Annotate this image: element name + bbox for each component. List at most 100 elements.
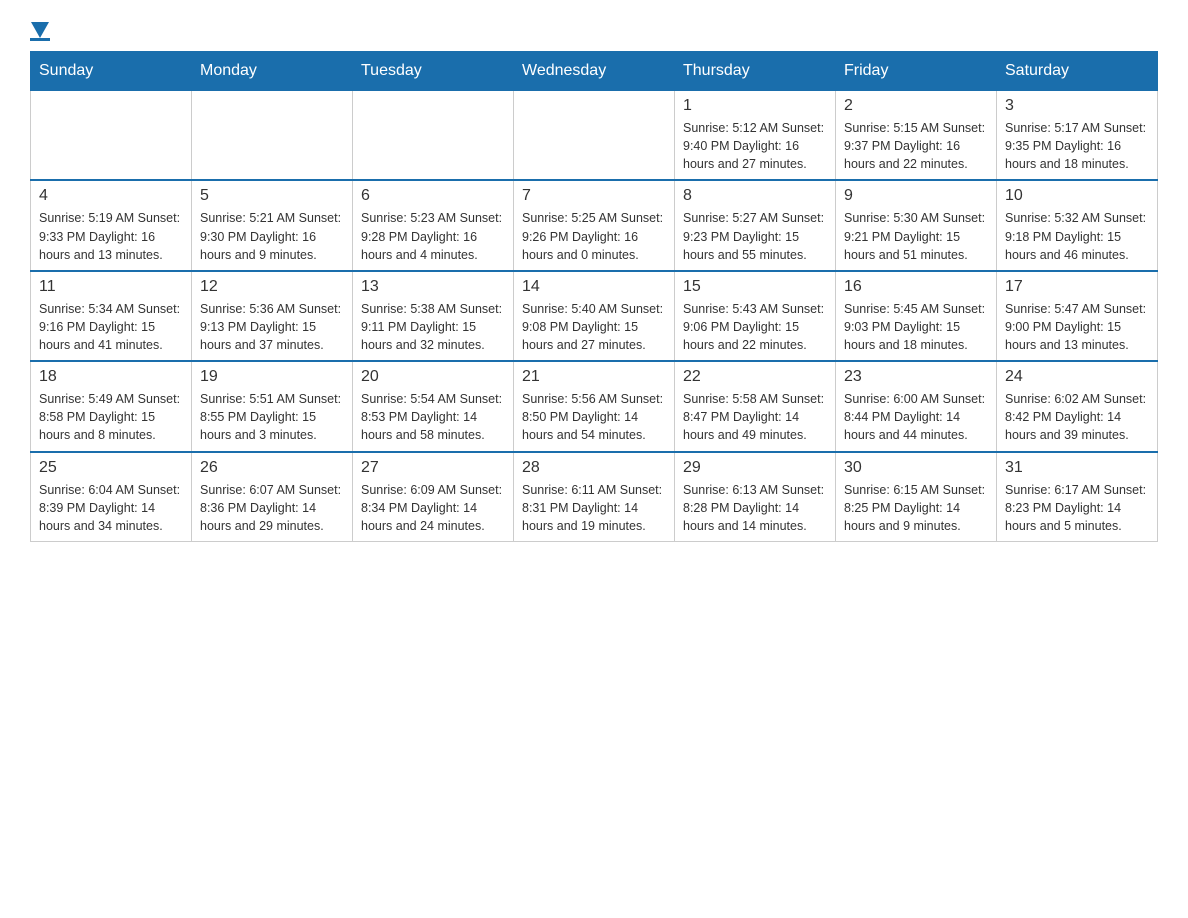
calendar-cell: 7 Sunrise: 5:25 AM Sunset: 9:26 PM Daylig… xyxy=(514,180,675,270)
calendar-cell: 1 Sunrise: 5:12 AM Sunset: 9:40 PM Daylig… xyxy=(675,91,836,181)
calendar-cell xyxy=(353,91,514,181)
calendar-cell: 3 Sunrise: 5:17 AM Sunset: 9:35 PM Daylig… xyxy=(997,91,1158,181)
calendar-week-5: 25 Sunrise: 6:04 AM Sunset: 8:39 PM Dayli… xyxy=(31,452,1158,542)
calendar-cell: 31 Sunrise: 6:17 AM Sunset: 8:23 PM Dayli… xyxy=(997,452,1158,542)
logo xyxy=(30,20,50,41)
logo-underline xyxy=(30,38,50,41)
day-info: Sunrise: 5:51 AM Sunset: 8:55 PM Dayligh… xyxy=(200,390,344,444)
day-info: Sunrise: 6:00 AM Sunset: 8:44 PM Dayligh… xyxy=(844,390,988,444)
day-info: Sunrise: 5:43 AM Sunset: 9:06 PM Dayligh… xyxy=(683,300,827,354)
calendar-week-3: 11 Sunrise: 5:34 AM Sunset: 9:16 PM Dayli… xyxy=(31,271,1158,361)
calendar-cell: 8 Sunrise: 5:27 AM Sunset: 9:23 PM Daylig… xyxy=(675,180,836,270)
day-info: Sunrise: 5:30 AM Sunset: 9:21 PM Dayligh… xyxy=(844,209,988,263)
calendar-week-4: 18Sunrise: 5:49 AM Sunset: 8:58 PM Dayli… xyxy=(31,361,1158,451)
calendar-cell: 17 Sunrise: 5:47 AM Sunset: 9:00 PM Dayli… xyxy=(997,271,1158,361)
calendar-cell: 15 Sunrise: 5:43 AM Sunset: 9:06 PM Dayli… xyxy=(675,271,836,361)
day-number: 24 xyxy=(1005,368,1149,386)
day-info: Sunrise: 5:25 AM Sunset: 9:26 PM Dayligh… xyxy=(522,209,666,263)
day-info: Sunrise: 5:45 AM Sunset: 9:03 PM Dayligh… xyxy=(844,300,988,354)
calendar-cell: 27 Sunrise: 6:09 AM Sunset: 8:34 PM Dayli… xyxy=(353,452,514,542)
day-number: 28 xyxy=(522,459,666,477)
day-number: 16 xyxy=(844,278,988,296)
calendar-cell: 12Sunrise: 5:36 AM Sunset: 9:13 PM Dayli… xyxy=(192,271,353,361)
calendar-cell xyxy=(514,91,675,181)
day-info: Sunrise: 5:34 AM Sunset: 9:16 PM Dayligh… xyxy=(39,300,183,354)
day-number: 23 xyxy=(844,368,988,386)
calendar-week-1: 1 Sunrise: 5:12 AM Sunset: 9:40 PM Daylig… xyxy=(31,91,1158,181)
day-info: Sunrise: 6:02 AM Sunset: 8:42 PM Dayligh… xyxy=(1005,390,1149,444)
calendar-cell: 30Sunrise: 6:15 AM Sunset: 8:25 PM Dayli… xyxy=(836,452,997,542)
day-number: 7 xyxy=(522,187,666,205)
day-number: 15 xyxy=(683,278,827,296)
calendar-cell: 14 Sunrise: 5:40 AM Sunset: 9:08 PM Dayli… xyxy=(514,271,675,361)
calendar-cell: 6 Sunrise: 5:23 AM Sunset: 9:28 PM Daylig… xyxy=(353,180,514,270)
day-info: Sunrise: 6:07 AM Sunset: 8:36 PM Dayligh… xyxy=(200,481,344,535)
day-number: 30 xyxy=(844,459,988,477)
day-info: Sunrise: 5:47 AM Sunset: 9:00 PM Dayligh… xyxy=(1005,300,1149,354)
day-info: Sunrise: 5:12 AM Sunset: 9:40 PM Dayligh… xyxy=(683,119,827,173)
day-header-monday: Monday xyxy=(192,52,353,91)
day-number: 6 xyxy=(361,187,505,205)
day-info: Sunrise: 5:40 AM Sunset: 9:08 PM Dayligh… xyxy=(522,300,666,354)
calendar-cell xyxy=(192,91,353,181)
day-info: Sunrise: 5:36 AM Sunset: 9:13 PM Dayligh… xyxy=(200,300,344,354)
day-header-saturday: Saturday xyxy=(997,52,1158,91)
day-number: 21 xyxy=(522,368,666,386)
calendar-cell: 25 Sunrise: 6:04 AM Sunset: 8:39 PM Dayli… xyxy=(31,452,192,542)
day-info: Sunrise: 5:23 AM Sunset: 9:28 PM Dayligh… xyxy=(361,209,505,263)
calendar-cell: 11 Sunrise: 5:34 AM Sunset: 9:16 PM Dayli… xyxy=(31,271,192,361)
day-header-friday: Friday xyxy=(836,52,997,91)
calendar-cell: 21 Sunrise: 5:56 AM Sunset: 8:50 PM Dayli… xyxy=(514,361,675,451)
calendar-cell: 26 Sunrise: 6:07 AM Sunset: 8:36 PM Dayli… xyxy=(192,452,353,542)
day-number: 1 xyxy=(683,97,827,115)
calendar-table: SundayMondayTuesdayWednesdayThursdayFrid… xyxy=(30,51,1158,542)
day-info: Sunrise: 6:11 AM Sunset: 8:31 PM Dayligh… xyxy=(522,481,666,535)
day-number: 25 xyxy=(39,459,183,477)
day-number: 31 xyxy=(1005,459,1149,477)
calendar-cell: 24 Sunrise: 6:02 AM Sunset: 8:42 PM Dayli… xyxy=(997,361,1158,451)
calendar-cell: 9Sunrise: 5:30 AM Sunset: 9:21 PM Daylig… xyxy=(836,180,997,270)
day-number: 3 xyxy=(1005,97,1149,115)
calendar-cell: 29Sunrise: 6:13 AM Sunset: 8:28 PM Dayli… xyxy=(675,452,836,542)
day-number: 27 xyxy=(361,459,505,477)
day-number: 4 xyxy=(39,187,183,205)
calendar-cell: 13 Sunrise: 5:38 AM Sunset: 9:11 PM Dayli… xyxy=(353,271,514,361)
day-number: 17 xyxy=(1005,278,1149,296)
day-number: 14 xyxy=(522,278,666,296)
day-number: 8 xyxy=(683,187,827,205)
day-header-tuesday: Tuesday xyxy=(353,52,514,91)
day-number: 20 xyxy=(361,368,505,386)
day-info: Sunrise: 5:17 AM Sunset: 9:35 PM Dayligh… xyxy=(1005,119,1149,173)
day-info: Sunrise: 6:09 AM Sunset: 8:34 PM Dayligh… xyxy=(361,481,505,535)
day-info: Sunrise: 5:38 AM Sunset: 9:11 PM Dayligh… xyxy=(361,300,505,354)
calendar-cell: 23 Sunrise: 6:00 AM Sunset: 8:44 PM Dayli… xyxy=(836,361,997,451)
calendar-cell: 10Sunrise: 5:32 AM Sunset: 9:18 PM Dayli… xyxy=(997,180,1158,270)
day-number: 26 xyxy=(200,459,344,477)
calendar-cell: 19 Sunrise: 5:51 AM Sunset: 8:55 PM Dayli… xyxy=(192,361,353,451)
day-number: 22 xyxy=(683,368,827,386)
day-number: 29 xyxy=(683,459,827,477)
day-info: Sunrise: 5:27 AM Sunset: 9:23 PM Dayligh… xyxy=(683,209,827,263)
day-info: Sunrise: 5:54 AM Sunset: 8:53 PM Dayligh… xyxy=(361,390,505,444)
day-info: Sunrise: 5:19 AM Sunset: 9:33 PM Dayligh… xyxy=(39,209,183,263)
day-info: Sunrise: 5:49 AM Sunset: 8:58 PM Dayligh… xyxy=(39,390,183,444)
day-header-wednesday: Wednesday xyxy=(514,52,675,91)
day-info: Sunrise: 5:58 AM Sunset: 8:47 PM Dayligh… xyxy=(683,390,827,444)
logo-text xyxy=(30,20,50,36)
calendar-cell: 20 Sunrise: 5:54 AM Sunset: 8:53 PM Dayli… xyxy=(353,361,514,451)
calendar-cell: 2Sunrise: 5:15 AM Sunset: 9:37 PM Daylig… xyxy=(836,91,997,181)
calendar-cell: 28 Sunrise: 6:11 AM Sunset: 8:31 PM Dayli… xyxy=(514,452,675,542)
day-info: Sunrise: 5:15 AM Sunset: 9:37 PM Dayligh… xyxy=(844,119,988,173)
day-number: 19 xyxy=(200,368,344,386)
day-info: Sunrise: 5:56 AM Sunset: 8:50 PM Dayligh… xyxy=(522,390,666,444)
calendar-cell: 5 Sunrise: 5:21 AM Sunset: 9:30 PM Daylig… xyxy=(192,180,353,270)
day-number: 10 xyxy=(1005,187,1149,205)
day-number: 11 xyxy=(39,278,183,296)
day-info: Sunrise: 6:17 AM Sunset: 8:23 PM Dayligh… xyxy=(1005,481,1149,535)
day-info: Sunrise: 5:21 AM Sunset: 9:30 PM Dayligh… xyxy=(200,209,344,263)
page-header xyxy=(30,20,1158,41)
calendar-header-row: SundayMondayTuesdayWednesdayThursdayFrid… xyxy=(31,52,1158,91)
day-number: 5 xyxy=(200,187,344,205)
day-info: Sunrise: 6:04 AM Sunset: 8:39 PM Dayligh… xyxy=(39,481,183,535)
day-number: 13 xyxy=(361,278,505,296)
